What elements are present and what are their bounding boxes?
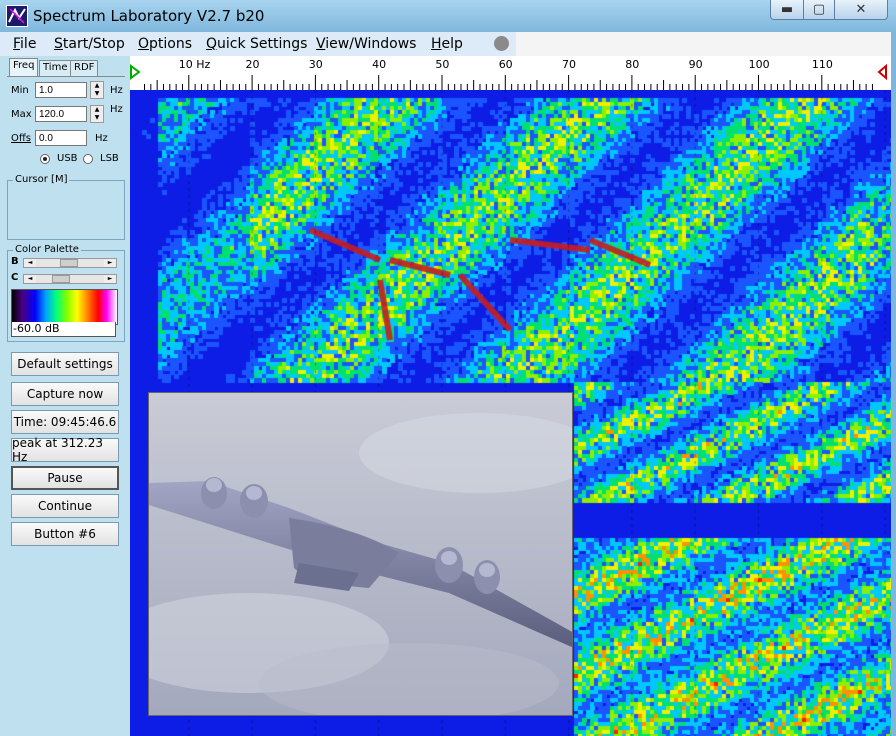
menu-bar-filler: [516, 32, 891, 56]
contrast-slider[interactable]: ◄ ►: [23, 274, 117, 284]
ruler-label: 20: [245, 58, 260, 71]
right-marker-icon[interactable]: [877, 63, 887, 81]
capture-now-button[interactable]: Capture now: [11, 382, 119, 406]
tab-freq[interactable]: Freq: [9, 58, 39, 77]
aircraft-illustration: [149, 393, 572, 715]
offset-input[interactable]: [35, 130, 87, 146]
menu-file[interactable]: File: [13, 36, 36, 52]
pause-button[interactable]: Pause: [11, 466, 119, 490]
max-spinner[interactable]: ▲ ▼: [90, 105, 104, 123]
minimize-button[interactable]: ▬: [770, 0, 804, 20]
close-icon: ✕: [855, 2, 867, 17]
scroll-right-icon: ►: [104, 259, 116, 267]
ruler-label: 60: [498, 58, 513, 71]
frequency-scale[interactable]: 10 Hz 20 30 40 50 60 70 80 90 100 110: [130, 56, 891, 90]
brightness-thumb[interactable]: [60, 259, 78, 267]
menu-help[interactable]: Help: [431, 36, 463, 52]
contrast-thumb[interactable]: [52, 275, 70, 283]
scroll-left-icon: ◄: [24, 259, 36, 267]
usb-radio[interactable]: [40, 154, 50, 164]
ruler-label: 40: [372, 58, 387, 71]
maximize-icon: ▢: [812, 2, 826, 17]
cursor-group: Cursor [M]: [7, 174, 125, 240]
continue-button[interactable]: Continue: [11, 494, 119, 518]
tab-time[interactable]: Time: [39, 60, 72, 76]
default-settings-button[interactable]: Default settings: [11, 352, 119, 376]
maximize-button[interactable]: ▢: [803, 0, 835, 20]
ruler-label: 90: [688, 58, 703, 71]
window-border: [891, 32, 896, 736]
tab-rdf[interactable]: RDF: [70, 60, 99, 76]
menu-view-windows[interactable]: View/Windows: [316, 36, 416, 52]
menu-options[interactable]: Options: [138, 36, 192, 52]
color-palette-title: Color Palette: [13, 244, 81, 255]
aircraft-photo: [148, 392, 573, 716]
color-palette-group: Color Palette B ◄ ► C ◄ ► -60.0 dB: [7, 244, 125, 342]
peak-display-button[interactable]: peak at 312.23 Hz: [11, 436, 119, 464]
left-marker-icon[interactable]: [130, 64, 141, 80]
color-palette-bar: [11, 289, 118, 325]
app-icon: [6, 5, 28, 27]
max-label: Max: [11, 109, 32, 120]
window-title: Spectrum Laboratory V2.7 b20: [33, 7, 265, 25]
time-display-button[interactable]: Time: 09:45:46.6: [11, 410, 119, 434]
menu-start-stop[interactable]: Start/Stop: [54, 36, 125, 52]
tab-divider: [7, 76, 125, 77]
menu-bar: File Start/Stop Options Quick Settings V…: [0, 32, 516, 56]
min-spinner[interactable]: ▲ ▼: [90, 81, 104, 99]
lsb-radio[interactable]: [83, 154, 93, 164]
ruler-label: 10 Hz: [178, 58, 211, 71]
scroll-right-icon: ►: [104, 275, 116, 283]
ruler-label: 110: [811, 58, 833, 71]
contrast-label: C: [11, 272, 19, 283]
palette-level-readout: -60.0 dB: [11, 322, 116, 337]
ruler-label: 80: [625, 58, 640, 71]
lsb-label: LSB: [100, 153, 119, 164]
min-unit: Hz: [110, 85, 123, 96]
button-6[interactable]: Button #6: [11, 522, 119, 546]
max-unit: Hz: [110, 104, 123, 115]
menu-quick-settings[interactable]: Quick Settings: [206, 36, 307, 52]
minimize-icon: ▬: [780, 2, 794, 17]
ruler-label: 100: [748, 58, 770, 71]
ruler-label: 30: [308, 58, 323, 71]
offs-unit: Hz: [95, 133, 108, 144]
brightness-slider[interactable]: ◄ ►: [23, 258, 117, 268]
close-button[interactable]: ✕: [834, 0, 888, 20]
ruler-label: 70: [562, 58, 576, 71]
control-panel: Freq Time RDF Min ▲▼ Hz Max ▲▼ Hz Offs H…: [0, 56, 130, 736]
cursor-title: Cursor [M]: [13, 174, 70, 185]
ruler-label: 50: [435, 58, 450, 71]
min-label: Min: [11, 85, 29, 96]
usb-label: USB: [57, 153, 78, 164]
max-freq-input[interactable]: [35, 106, 87, 122]
offs-label: Offs: [11, 133, 31, 144]
scroll-left-icon: ◄: [24, 275, 36, 283]
brightness-label: B: [11, 256, 19, 267]
min-freq-input[interactable]: [35, 82, 87, 98]
status-indicator-icon: [494, 36, 509, 51]
title-bar: Spectrum Laboratory V2.7 b20 ▬ ▢ ✕: [0, 0, 896, 32]
